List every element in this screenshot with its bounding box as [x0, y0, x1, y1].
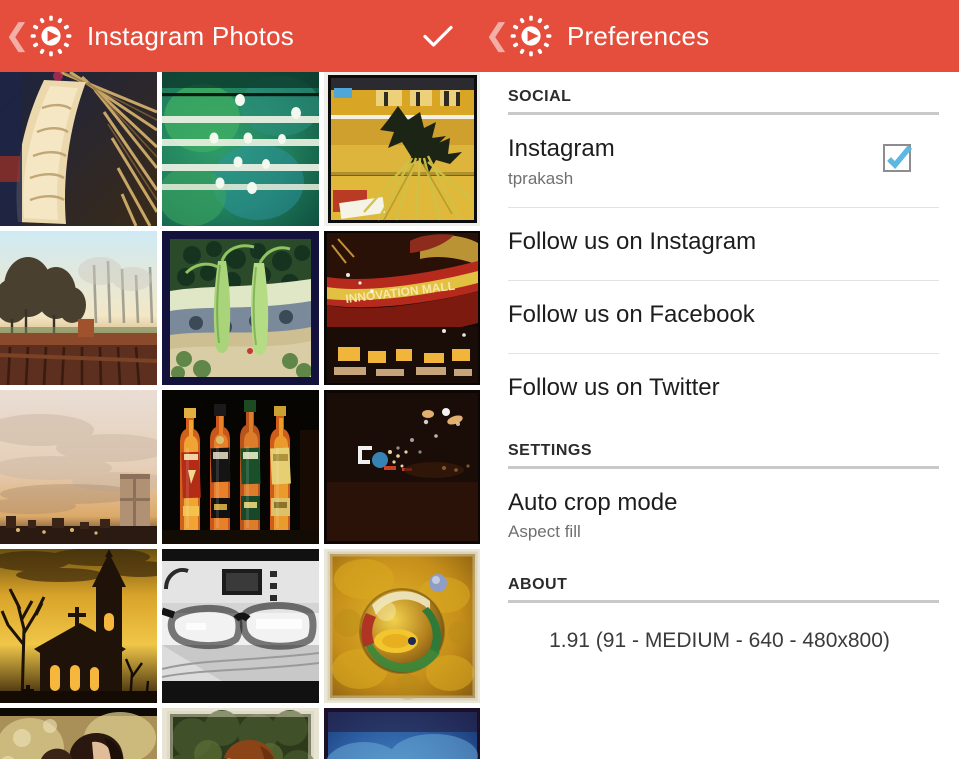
pref-subtitle: Aspect fill	[508, 522, 581, 542]
photo-tile[interactable]	[324, 72, 480, 226]
check-icon[interactable]	[418, 16, 458, 56]
pref-row-follow-facebook[interactable]: Follow us on Facebook	[480, 281, 959, 353]
pref-title: Follow us on Twitter	[508, 373, 720, 401]
photo-tile[interactable]	[0, 390, 157, 544]
photo-tile[interactable]	[162, 390, 319, 544]
right-appbar-title: Preferences	[567, 20, 710, 51]
photo-tile[interactable]: INNOVATION MALL	[324, 231, 480, 385]
pref-title: Instagram	[508, 135, 615, 162]
back-chevron-icon[interactable]: ❮	[4, 16, 29, 56]
left-appbar-title: Instagram Photos	[87, 20, 294, 51]
photo-tile[interactable]	[162, 231, 319, 385]
photo-tile[interactable]	[0, 72, 157, 226]
instagram-checkbox[interactable]	[881, 141, 915, 175]
preferences-pane: ❮ Preferences SOCIAL Instagram tprakash …	[480, 0, 959, 759]
instagram-photos-pane: ❮ Instagram Photos INNOVATION MALL	[0, 0, 480, 759]
section-header-social: SOCIAL	[508, 88, 572, 105]
photo-tile[interactable]	[162, 549, 319, 703]
pref-row-instagram-account[interactable]: Instagram tprakash	[480, 115, 959, 207]
back-chevron-icon[interactable]: ❮	[484, 16, 509, 56]
pref-subtitle: tprakash	[508, 168, 574, 188]
section-header-settings: SETTINGS	[508, 441, 593, 459]
photo-tile[interactable]	[162, 72, 319, 226]
section-header-about: ABOUT	[508, 576, 568, 594]
preferences-list: SOCIAL Instagram tprakash Follow us on I…	[480, 72, 959, 759]
pref-row-follow-instagram[interactable]: Follow us on Instagram	[480, 208, 959, 280]
app-version-text: 1.91 (91 - MEDIUM - 640 - 480x800)	[549, 629, 890, 653]
right-appbar: ❮ Preferences	[480, 0, 959, 72]
pref-row-auto-crop-mode[interactable]: Auto crop mode Aspect fill	[480, 469, 959, 561]
app-logo-icon[interactable]	[509, 14, 553, 58]
app-root: ❮ Instagram Photos INNOVATION MALL ❮ Pre…	[0, 0, 959, 759]
photo-tile[interactable]	[0, 549, 157, 703]
pref-title: Follow us on Facebook	[508, 300, 755, 328]
checkbox-check-icon	[887, 145, 913, 169]
pref-row-follow-twitter[interactable]: Follow us on Twitter	[480, 354, 959, 426]
photo-tile[interactable]	[0, 708, 157, 759]
pref-title: Follow us on Instagram	[508, 227, 757, 255]
left-appbar: ❮ Instagram Photos	[0, 0, 480, 72]
photo-tile[interactable]	[324, 708, 480, 759]
photo-tile[interactable]	[324, 549, 480, 703]
photo-tile[interactable]	[324, 390, 480, 544]
photo-tile[interactable]	[162, 708, 319, 759]
app-logo-icon[interactable]	[29, 14, 73, 58]
pref-title: Auto crop mode	[508, 488, 678, 516]
photo-tile[interactable]	[0, 231, 157, 385]
photo-grid[interactable]: INNOVATION MALL	[0, 72, 480, 759]
